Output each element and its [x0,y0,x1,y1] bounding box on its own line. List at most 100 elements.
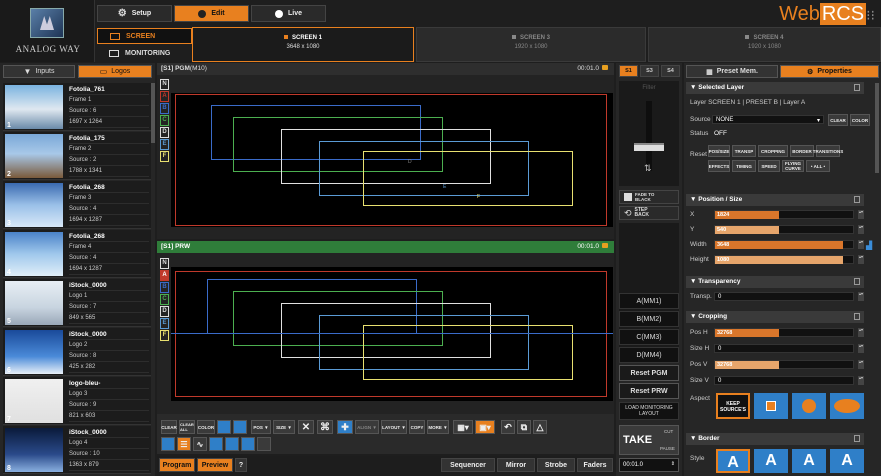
y-spinner[interactable]: ▴▾ [858,225,864,234]
prw-layer-e-button[interactable]: E [160,318,169,329]
border-header[interactable]: ▼ Border [686,433,864,445]
transition-time-input[interactable]: 00:01.0 ⇕ [619,458,679,472]
reset-prw-button[interactable]: Reset PRW [619,383,679,399]
source-thumbnail[interactable]: 6 [5,330,63,374]
mirror-button[interactable]: Mirror [497,458,535,472]
sequencer-button[interactable]: Sequencer [441,458,495,472]
tab-preset-mem[interactable]: ▦ Preset Mem. [686,65,778,78]
reset-transp-button[interactable]: TRANSP [732,145,756,157]
load-monitoring-layout-button[interactable]: LOAD MONITORING LAYOUT [619,402,679,420]
aspect-4-3-button[interactable] [754,393,788,419]
reset-cropping-button[interactable]: CROPPING [758,145,788,157]
pgm-layer-f-button[interactable]: F [160,151,169,162]
reset-transitions-button[interactable]: TRANSITIONS [813,145,843,157]
fader-handle[interactable] [634,143,664,151]
section-icon[interactable] [854,278,860,285]
sizev-field[interactable]: 0 [714,376,854,385]
align-dropdown[interactable]: ALIGN ▼ [355,420,379,434]
source-list-item[interactable]: 2 Fotolia_175 Frame 2 Source : 2 1788 x 1341 [3,132,151,180]
sizeh-spinner[interactable]: ▴▾ [858,344,864,353]
posv-spinner[interactable]: ▴▾ [858,360,864,369]
properties-scrollbar[interactable] [875,83,879,173]
monitoring-menu-item[interactable]: MONITORING [97,45,192,61]
tool-screen-icon[interactable] [241,437,255,451]
tool-frame-icon[interactable] [225,437,239,451]
section-icon[interactable] [854,196,860,203]
prw-layer-c-button[interactable]: C [160,294,169,305]
tab-screen-1[interactable]: SCREEN 1 3648 x 1080 [192,27,414,62]
sizeh-field[interactable]: 0 [714,344,854,353]
source-select[interactable]: NONE ▾ [712,115,824,124]
prw-layer-n-button[interactable]: N [160,258,169,269]
size-dropdown[interactable]: SIZE ▼ [273,420,295,434]
source-list-item[interactable]: 8 iStock_0000 Logo 4 Source : 10 1363 x 879 [3,426,151,474]
source-clear-button[interactable]: CLEAR [828,114,848,126]
tab-properties[interactable]: ⚙ Properties [780,65,879,78]
tab-screen-4[interactable]: SCREEN 4 1920 x 1080 [648,27,881,62]
preview-button[interactable]: Preview [197,458,233,472]
tool-image-icon[interactable] [257,437,271,451]
prw-canvas[interactable] [171,267,613,401]
pgm-canvas[interactable]: D E F [171,93,613,227]
section-icon[interactable] [854,313,860,320]
reset-all-button[interactable]: • ALL • [806,160,830,172]
tool-grid-icon[interactable]: ☰ [177,437,191,451]
live-button[interactable]: Live [251,5,326,22]
tool-split-icon[interactable] [209,437,223,451]
fullscreen-icon[interactable]: ✕ [298,420,314,434]
layer-back-icon[interactable] [233,420,247,434]
source-thumbnail[interactable]: 8 [5,428,63,472]
prw-layer-d-button[interactable]: D [160,306,169,317]
border-style-3-button[interactable]: A [792,449,826,473]
x-spinner[interactable]: ▴▾ [858,210,864,219]
source-list-item[interactable]: 5 iStock_0000 Logo 1 Source : 7 849 x 565 [3,279,151,327]
source-list-item[interactable]: 4 Fotolia_268 Frame 4 Source : 4 1694 x 1287 [3,230,151,278]
tab-s4[interactable]: S4 [661,65,680,77]
source-thumbnail[interactable]: 3 [5,183,63,227]
tool-move-icon[interactable] [161,437,175,451]
source-list-item[interactable]: 7 logo-bleu- Logo 3 Source : 9 821 x 603 [3,377,151,425]
mm1-button[interactable]: A(MM1) [619,293,679,309]
layout-dropdown[interactable]: LAYOUT ▼ [381,420,407,434]
clear-all-button[interactable]: CLEAR ALL [179,420,195,434]
mm2-button[interactable]: B(MM2) [619,311,679,327]
source-thumbnail[interactable]: 4 [5,232,63,276]
step-back-button[interactable]: ⟲ STEP BACK [619,206,679,220]
transp-field[interactable]: 0 [714,292,854,301]
source-list-item[interactable]: 3 Fotolia_268 Frame 3 Source : 4 1694 x 1287 [3,181,151,229]
grid-dropdown-icon[interactable]: ▦▾ [453,420,473,434]
pgm-layer-e-button[interactable]: E [160,139,169,150]
faders-button[interactable]: Faders [577,458,613,472]
program-button[interactable]: Program [159,458,195,472]
border-style-1-button[interactable]: A [716,449,750,473]
tab-s3[interactable]: S3 [640,65,659,77]
time-spin-icon[interactable]: ⇕ [671,461,675,467]
grid-icon[interactable]: ⁝⁝ [866,7,875,23]
swap-icon[interactable]: ⇅ [644,163,652,174]
source-thumbnail[interactable]: 5 [5,281,63,325]
border-style-2-button[interactable]: A [754,449,788,473]
screen-menu-item[interactable]: SCREEN [97,28,192,44]
pos-dropdown[interactable]: POS ▼ [251,420,271,434]
aspect-link-icon[interactable]: ▟ [866,241,876,261]
reset-border-button[interactable]: BORDER [790,145,814,157]
lock-icon[interactable] [602,243,608,248]
position-size-header[interactable]: ▼ Position / Size [686,194,864,206]
layer-front-icon[interactable] [217,420,231,434]
tab-logos[interactable]: ▭ Logos [78,65,152,78]
layer-f-rect[interactable] [363,151,573,206]
tool-wave-icon[interactable]: ∿ [193,437,207,451]
shrink-icon[interactable]: ⌘ [317,420,333,434]
reset-pgm-button[interactable]: Reset PGM [619,365,679,381]
fade-to-black-button[interactable]: FADE TO BLACK [619,190,679,204]
reset-pos-size-button[interactable]: POS/SIZE [708,145,730,157]
width-spinner[interactable]: ▴▾ [858,240,864,249]
transparency-header[interactable]: ▼ Transparency [686,276,864,288]
reset-timing-button[interactable]: TIMING [732,160,756,172]
section-icon[interactable] [854,84,860,91]
prw-layer-f-button[interactable]: F [160,330,169,341]
reset-flying-curve-button[interactable]: FLYING CURVE [782,160,804,172]
transp-spinner[interactable]: ▴▾ [858,292,864,301]
strobe-button[interactable]: Strobe [537,458,575,472]
section-icon[interactable] [854,435,860,442]
